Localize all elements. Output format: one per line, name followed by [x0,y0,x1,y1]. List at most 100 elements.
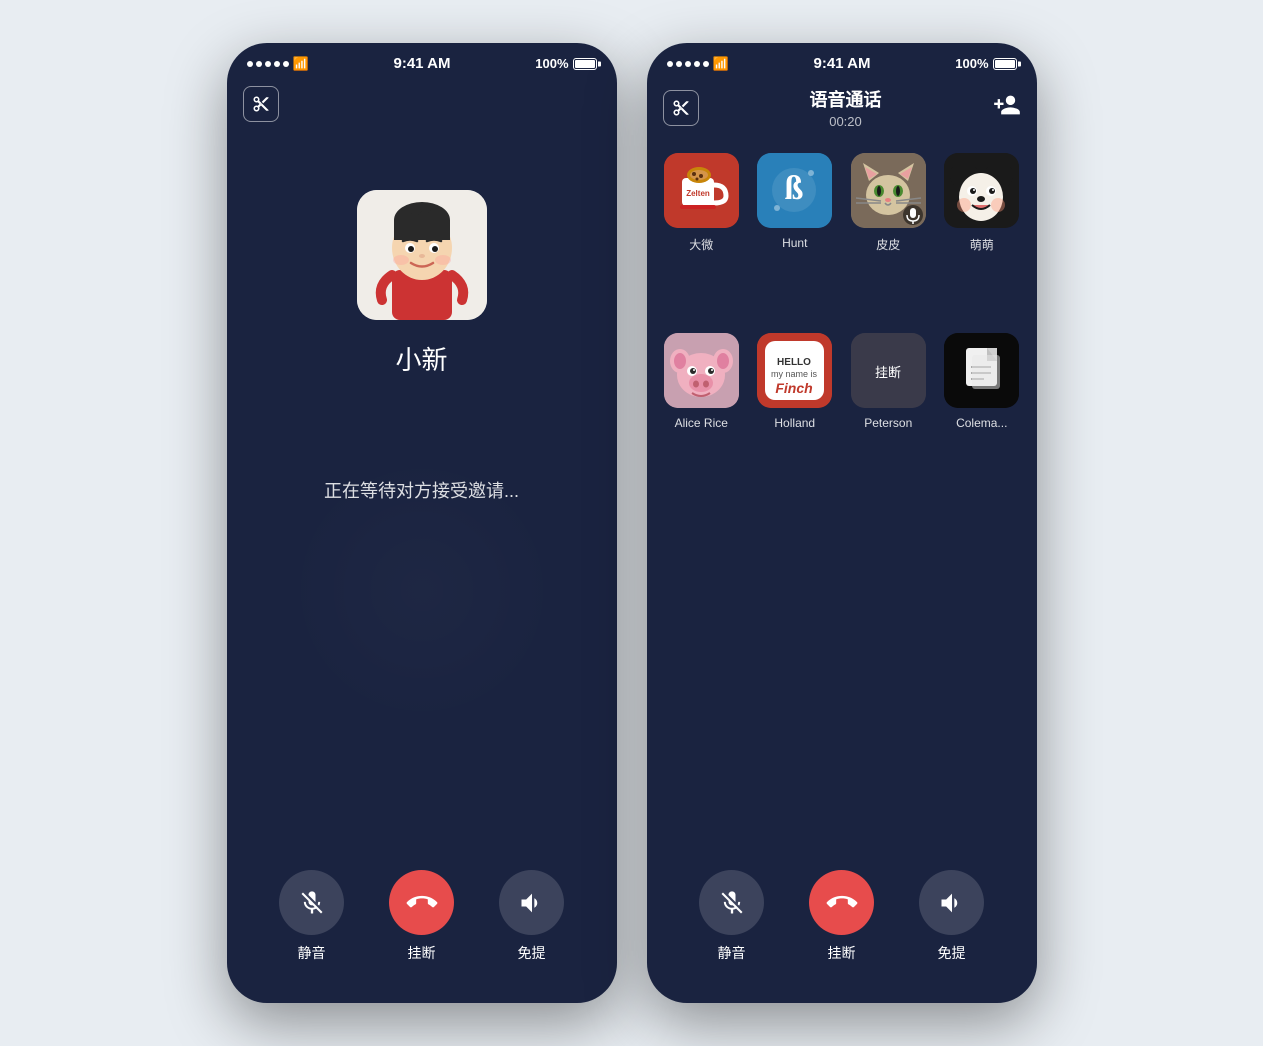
back-button-1[interactable] [243,86,279,122]
avatar-hunt: ß [757,153,832,228]
status-left-2: 📶 [667,56,729,72]
name-coleman: Colema... [956,416,1007,430]
mute-label-2: 静音 [718,943,746,963]
call-duration: 00:20 [829,114,862,129]
status-left-1: 📶 [247,56,309,72]
xiaoxin-avatar-svg [357,190,487,320]
name-hunt: Hunt [782,236,807,250]
name-alice: Alice Rice [675,416,728,430]
signal-dot [265,61,271,67]
mute-circle-2 [699,870,764,935]
svg-text:挂断: 挂断 [875,365,901,380]
signal-dot [274,61,280,67]
speaker-circle-2 [919,870,984,935]
title-block-2: 语音通话 00:20 [810,86,882,129]
speaker-label-1: 免提 [518,943,546,963]
participant-pipi: 皮皮 [850,153,928,317]
battery-fill-1 [575,60,595,68]
mute-button-2[interactable]: 静音 [699,870,764,963]
avatar-dawei: Zelten [664,153,739,228]
signal-dots-1 [247,61,289,67]
status-right-1: 100% [535,56,596,71]
phone-screen-1: 📶 9:41 AM 100% [227,43,617,1003]
battery-text-1: 100% [535,56,568,71]
participant-dawei: Zelten 大微 [663,153,741,317]
back-button-2[interactable] [663,90,699,126]
phone-icon-2 [820,881,862,923]
name-dawei: 大微 [689,236,713,253]
participant-hunt: ß Hunt [756,153,834,317]
top-nav-1 [227,78,617,130]
speaker-icon-2 [938,889,966,917]
name-mengmeng: 萌萌 [970,236,994,253]
speaker-button-2[interactable]: 免提 [919,870,984,963]
scissors-icon-1 [252,95,270,113]
name-peterson: Peterson [864,416,912,430]
screen1-content: 小新 正在等待对方接受邀请... [227,130,617,850]
wifi-icon-1: 📶 [293,56,309,72]
mengmeng-avatar-svg [944,153,1019,228]
signal-dots-2 [667,61,709,67]
caller-name-1: 小新 [395,340,447,377]
call-title: 语音通话 [810,86,882,112]
coleman-avatar-svg [944,333,1019,408]
avatar-pipi [851,153,926,228]
hangup-button-2[interactable]: 挂断 [809,870,874,963]
svg-text:ß: ß [785,170,804,207]
speaker-button-1[interactable]: 免提 [499,870,564,963]
add-contact-button[interactable] [993,91,1021,125]
mute-label-1: 静音 [298,943,326,963]
time-display-1: 9:41 AM [393,55,450,72]
hangup-circle-1 [389,870,454,935]
signal-dot [703,61,709,67]
signal-dot [685,61,691,67]
holland-avatar-svg: HELLO my name is Finch [757,333,832,408]
status-right-2: 100% [955,56,1016,71]
battery-fill-2 [995,60,1015,68]
speaker-icon-1 [518,889,546,917]
signal-dot [283,61,289,67]
alice-avatar-svg [664,333,739,408]
dawei-avatar-svg: Zelten [664,153,739,228]
caller-avatar [357,190,487,320]
name-pipi: 皮皮 [876,236,900,253]
participant-alice: Alice Rice [663,333,741,494]
speaker-circle-1 [499,870,564,935]
svg-text:my name is: my name is [771,369,818,379]
hangup-circle-2 [809,870,874,935]
svg-text:Finch: Finch [776,380,813,396]
avatar-peterson: 挂断 [851,333,926,408]
spacer-2 [647,510,1037,851]
signal-dot [667,61,673,67]
mute-circle-1 [279,870,344,935]
mic-off-icon-1 [298,889,326,917]
signal-dot [676,61,682,67]
status-bar-2: 📶 9:41 AM 100% [647,43,1037,78]
avatar-mengmeng [944,153,1019,228]
signal-dot [694,61,700,67]
top-nav-2: 语音通话 00:20 [647,78,1037,137]
wifi-icon-2: 📶 [713,56,729,72]
participant-mengmeng: 萌萌 [943,153,1021,317]
avatar-coleman [944,333,1019,408]
participants-grid: Zelten 大微 ß Hunt [647,137,1037,510]
phone-icon-1 [400,881,442,923]
hangup-button-1[interactable]: 挂断 [389,870,454,963]
svg-text:HELLO: HELLO [777,357,811,368]
signal-dot [256,61,262,67]
scissors-icon-2 [672,99,690,117]
avatar-alice [664,333,739,408]
participant-peterson: 挂断 Peterson [850,333,928,494]
name-holland: Holland [774,416,815,430]
speaker-label-2: 免提 [938,943,966,963]
peterson-avatar-svg: 挂断 [851,333,926,408]
hangup-label-1: 挂断 [408,943,436,963]
add-person-icon [993,91,1021,119]
status-bar-1: 📶 9:41 AM 100% [227,43,617,78]
mute-button-1[interactable]: 静音 [279,870,344,963]
battery-icon-1 [573,58,597,70]
phone-screen-2: 📶 9:41 AM 100% 语音通话 00:20 [647,43,1037,1003]
avatar-holland: HELLO my name is Finch [757,333,832,408]
battery-text-2: 100% [955,56,988,71]
participant-coleman: Colema... [943,333,1021,494]
